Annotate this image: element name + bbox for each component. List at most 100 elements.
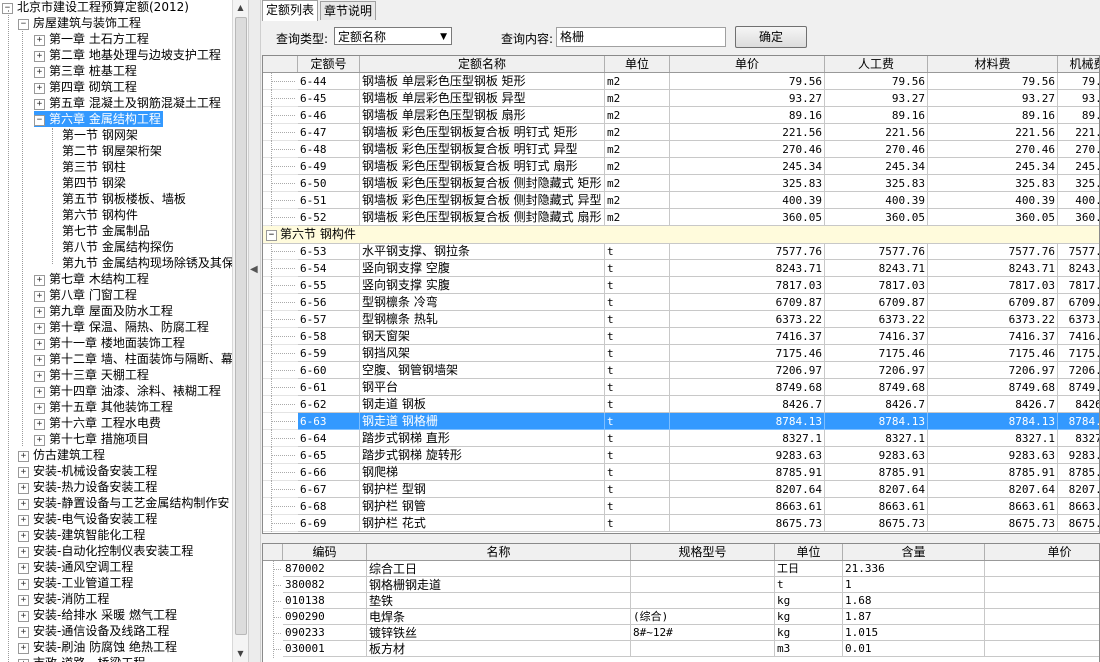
- scroll-up-icon[interactable]: ▲: [233, 0, 248, 16]
- quota-row[interactable]: 6-53水平钢支撑、钢拉条t7577.767577.767577.767577.…: [263, 243, 1099, 260]
- quota-row[interactable]: 6-47 钢墙板 彩色压型钢板复合板 明钉式 矩形 m2 221.56 221.56 22…: [263, 124, 1099, 141]
- scroll-down-icon[interactable]: ▼: [233, 646, 248, 662]
- tree-item[interactable]: + 安装-消防工程: [18, 591, 109, 607]
- expand-icon[interactable]: +: [34, 99, 45, 110]
- tree-item[interactable]: 第五节 钢板楼板、墙板: [62, 191, 186, 207]
- quota-row[interactable]: 6-58钢天窗架t7416.377416.377416.377416.37: [263, 328, 1099, 345]
- quota-row[interactable]: 6-54竖向钢支撑 空腹t8243.718243.718243.718243.7…: [263, 260, 1099, 277]
- tree-item[interactable]: − 房屋建筑与装饰工程: [18, 15, 141, 31]
- quota-row[interactable]: 6-67钢护栏 型钢t8207.648207.648207.648207.64: [263, 481, 1099, 498]
- quota-row[interactable]: 6-46钢墙板 单层彩色压型钢板 扇形m289.1689.1689.1689.1…: [263, 107, 1099, 124]
- tree-item[interactable]: +市政-道路、桥梁工程: [18, 655, 145, 662]
- expand-icon[interactable]: +: [34, 51, 45, 62]
- quota-group-row[interactable]: − 第六节 钢构件: [263, 226, 1099, 244]
- tree-item[interactable]: + 第十六章 工程水电费: [34, 415, 161, 431]
- tree-item[interactable]: + 安装-电气设备安装工程: [18, 511, 157, 527]
- quota-row[interactable]: 6-57型钢檩条 热轧t6373.226373.226373.226373.22: [263, 311, 1099, 328]
- expand-icon[interactable]: +: [34, 83, 45, 94]
- expand-icon[interactable]: +: [18, 515, 29, 526]
- material-row[interactable]: 090290电焊条(综合)kg1.877: [263, 609, 1099, 626]
- confirm-button[interactable]: 确定: [735, 26, 807, 48]
- collapse-icon[interactable]: −: [266, 230, 277, 241]
- expand-icon[interactable]: +: [18, 483, 29, 494]
- quota-row[interactable]: 6-62钢走道 钢板t8426.78426.78426.78426.7: [263, 396, 1099, 413]
- tree-item[interactable]: + 安装-热力设备安装工程: [18, 479, 157, 495]
- quota-row[interactable]: 6-60空腹、钢管钢墙架t7206.977206.977206.977206.9…: [263, 362, 1099, 379]
- expand-icon[interactable]: +: [18, 643, 29, 654]
- quota-row[interactable]: 6-61钢平台t8749.688749.688749.688749.68: [263, 379, 1099, 396]
- tree-item[interactable]: + 安装-机械设备安装工程: [18, 463, 157, 479]
- quota-row[interactable]: 6-59钢挡风架t7175.467175.467175.467175.46: [263, 345, 1099, 362]
- chapter-tree[interactable]: − 北京市建设工程预算定额(2012) − 房屋建筑与装饰工程 + 第一章 土石方工程 + 第…: [0, 0, 232, 662]
- quota-row[interactable]: 6-55竖向钢支撑 实腹t7817.037817.037817.037817.0…: [263, 277, 1099, 294]
- material-row[interactable]: 870002综合工日 工日21.3368: [263, 561, 1099, 578]
- header-2[interactable]: 单位: [605, 56, 670, 72]
- tree-item[interactable]: + 安装-通风空调工程: [18, 559, 133, 575]
- tree-item[interactable]: + 安装-建筑智能化工程: [18, 527, 145, 543]
- expand-icon[interactable]: +: [18, 627, 29, 638]
- tree-item[interactable]: + 安装-刷油 防腐蚀 绝热工程: [18, 639, 177, 655]
- header-5[interactable]: 单价: [985, 544, 1099, 560]
- tree-item[interactable]: + 第十四章 油漆、涂料、裱糊工程: [34, 383, 221, 399]
- header-5[interactable]: 材料费: [928, 56, 1058, 72]
- query-content-input[interactable]: 格栅: [556, 27, 726, 47]
- pane-splitter[interactable]: ◀: [248, 0, 261, 662]
- expand-icon[interactable]: +: [18, 611, 29, 622]
- header-1[interactable]: 名称: [367, 544, 631, 560]
- tree-item[interactable]: + 第八章 门窗工程: [34, 287, 137, 303]
- scrollbar-thumb[interactable]: [235, 17, 247, 635]
- expand-icon[interactable]: +: [18, 451, 29, 462]
- material-row[interactable]: 010138垫铁 kg1.684: [263, 593, 1099, 610]
- tree-item[interactable]: 第一节 钢网架: [62, 127, 138, 143]
- header-0[interactable]: 定额号: [298, 56, 360, 72]
- quota-row[interactable]: 6-64踏步式钢梯 直形t8327.18327.18327.18327.1: [263, 430, 1099, 447]
- tab-quota-list[interactable]: 定额列表: [262, 0, 319, 21]
- tree-item[interactable]: + 第二章 地基处理与边坡支护工程: [34, 47, 221, 63]
- tree-item[interactable]: + 第三章 桩基工程: [34, 63, 137, 79]
- expand-icon[interactable]: +: [34, 371, 45, 382]
- tree-item[interactable]: + 第五章 混凝土及钢筋混凝土工程: [34, 95, 221, 111]
- tree-item[interactable]: + 第一章 土石方工程: [34, 31, 149, 47]
- quota-row[interactable]: 6-63钢走道 钢格栅t8784.138784.138784.138784.13: [263, 413, 1099, 430]
- tree-item[interactable]: 第四节 钢梁: [62, 175, 126, 191]
- expand-icon[interactable]: +: [34, 307, 45, 318]
- tree-scrollbar[interactable]: ▲ ▼: [232, 0, 248, 662]
- quota-row[interactable]: 6-48 钢墙板 彩色压型钢板复合板 明钉式 异型 m2 270.46 270.46 27…: [263, 141, 1099, 158]
- tree-item[interactable]: + 第十章 保温、隔热、防腐工程: [34, 319, 209, 335]
- tree-item[interactable]: + 安装-工业管道工程: [18, 575, 133, 591]
- header-2[interactable]: 规格型号: [631, 544, 775, 560]
- tree-item[interactable]: 第六节 钢构件: [62, 207, 138, 223]
- expand-icon[interactable]: +: [34, 419, 45, 430]
- quota-row[interactable]: 6-69钢护栏 花式t8675.738675.738675.738675.73: [263, 515, 1099, 532]
- expand-icon[interactable]: +: [18, 499, 29, 510]
- expand-icon[interactable]: +: [34, 291, 45, 302]
- expand-icon[interactable]: +: [18, 563, 29, 574]
- material-table[interactable]: 编码名称规格型号单位含量单价870002综合工日工日21.3368380082钢…: [262, 543, 1100, 662]
- tree-root[interactable]: − 北京市建设工程预算定额(2012): [2, 0, 189, 15]
- tree-item[interactable]: + 第九章 屋面及防水工程: [34, 303, 173, 319]
- expand-icon[interactable]: +: [34, 355, 45, 366]
- tree-item[interactable]: + 安装-给排水 采暖 燃气工程: [18, 607, 177, 623]
- header-3[interactable]: 单价: [670, 56, 825, 72]
- tree-item[interactable]: + 第十二章 墙、柱面装饰与隔断、幕: [34, 351, 232, 367]
- expand-icon[interactable]: +: [18, 467, 29, 478]
- material-row[interactable]: 090233镀锌铁丝8#~12#kg1.0156: [263, 625, 1099, 642]
- quota-row[interactable]: 6-65踏步式钢梯 旋转形t9283.639283.639283.639283.…: [263, 447, 1099, 464]
- tree-item[interactable]: + 第十三章 天棚工程: [34, 367, 149, 383]
- material-row[interactable]: 380082钢格栅钢走道 t16: [263, 577, 1099, 594]
- tree-item[interactable]: + 安装-通信设备及线路工程: [18, 623, 169, 639]
- expand-icon[interactable]: +: [18, 595, 29, 606]
- header-3[interactable]: 单位: [775, 544, 843, 560]
- query-type-select[interactable]: 定额名称 ▼: [334, 27, 452, 45]
- material-row[interactable]: 030001板方材 m30.011: [263, 641, 1099, 658]
- tree-item[interactable]: + 第十七章 措施项目: [34, 431, 149, 447]
- tree-item[interactable]: 第三节 钢柱: [62, 159, 126, 175]
- tree-item[interactable]: 第二节 钢屋架桁架: [62, 143, 162, 159]
- expand-icon[interactable]: +: [34, 323, 45, 334]
- tree-item[interactable]: + 仿古建筑工程: [18, 447, 105, 463]
- tree-item[interactable]: 第八节 金属结构探伤: [62, 239, 174, 255]
- expand-icon[interactable]: +: [34, 275, 45, 286]
- quota-row[interactable]: 6-56型钢檩条 冷弯t6709.876709.876709.876709.87: [263, 294, 1099, 311]
- collapse-icon[interactable]: −: [18, 19, 29, 30]
- expand-icon[interactable]: +: [34, 339, 45, 350]
